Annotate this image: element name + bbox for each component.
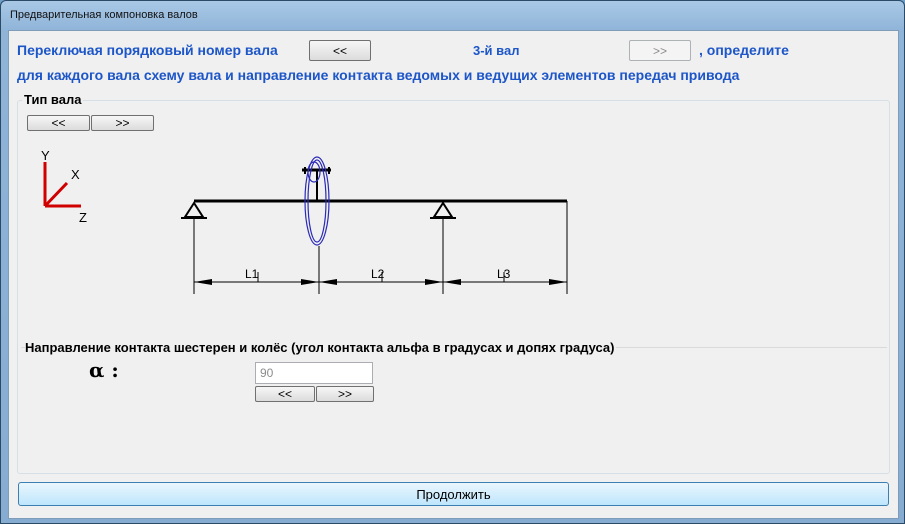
shaft-diagram: Y X Z L1 L2 L3 bbox=[41, 148, 568, 294]
app-window: Предварительная компоновка валов Переклю… bbox=[0, 0, 905, 524]
dimension-l1-label: L1 bbox=[245, 267, 259, 281]
window-title: Предварительная компоновка валов bbox=[10, 9, 198, 21]
contact-direction-legend: Направление контакта шестерен и колёс (у… bbox=[25, 340, 617, 355]
axis-y-label: Y bbox=[41, 148, 50, 163]
continue-button[interactable]: Продолжить bbox=[18, 482, 889, 506]
axis-z-label: Z bbox=[79, 210, 87, 225]
alpha-label: α : bbox=[89, 358, 119, 382]
support-left-icon bbox=[181, 201, 207, 219]
alpha-next-button[interactable]: >> bbox=[316, 386, 374, 402]
dimension-l3-label: L3 bbox=[497, 267, 511, 281]
alpha-prev-button[interactable]: << bbox=[255, 386, 315, 402]
axis-x-label: X bbox=[71, 167, 80, 182]
dimension-l2-label: L2 bbox=[371, 267, 385, 281]
support-right-icon bbox=[430, 201, 456, 219]
alpha-angle-input[interactable] bbox=[255, 362, 373, 384]
client-area: Переключая порядковый номер вала << 3-й … bbox=[8, 30, 899, 519]
title-bar: Предварительная компоновка валов bbox=[1, 1, 904, 29]
